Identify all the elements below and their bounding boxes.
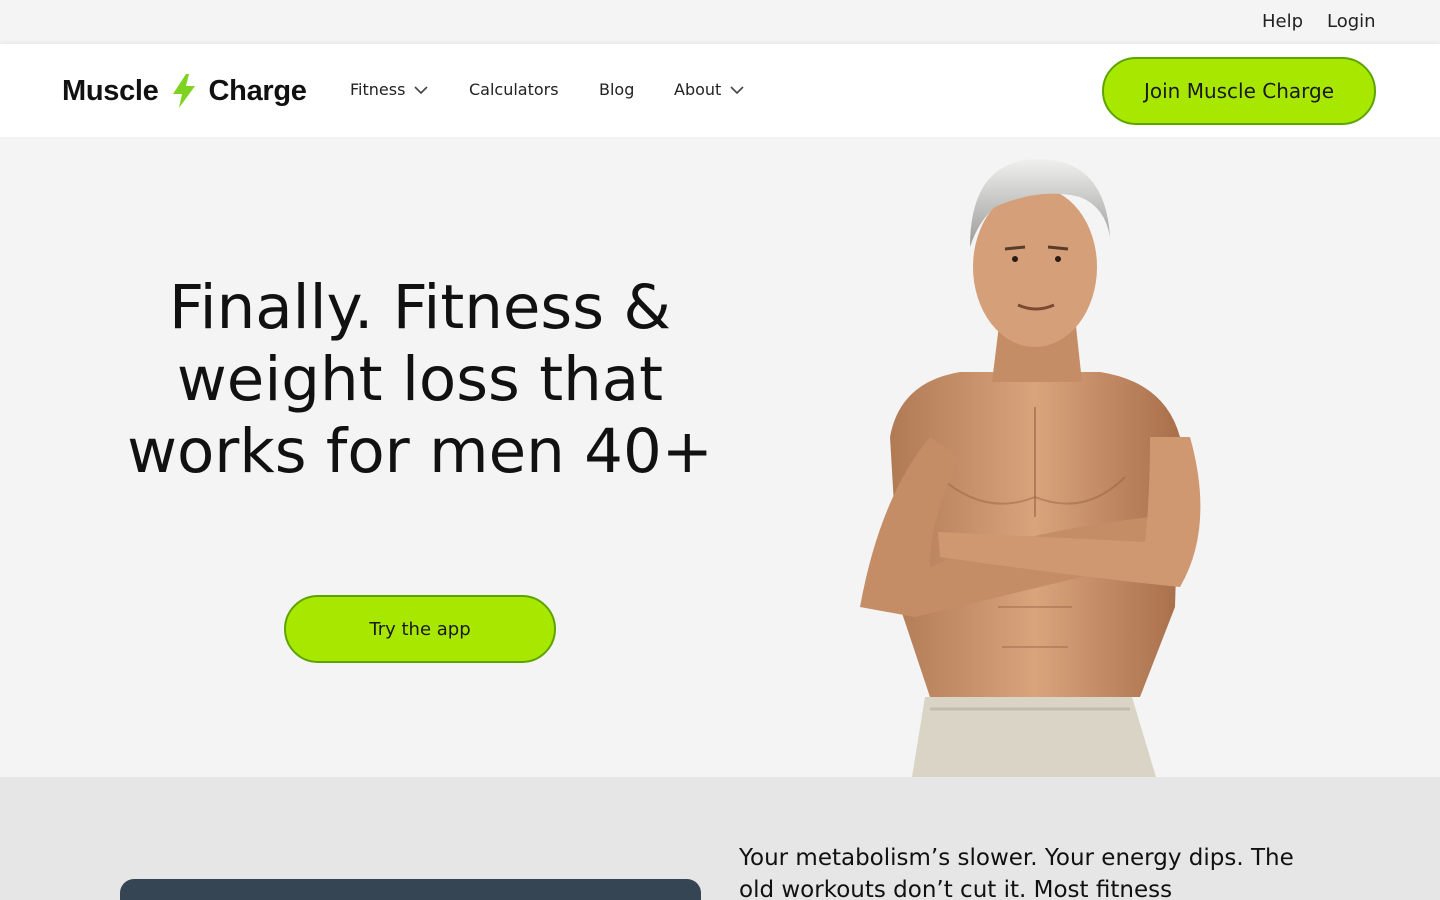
nav-fitness-label: Fitness	[350, 80, 406, 99]
nav-blog-label: Blog	[599, 80, 635, 99]
join-button[interactable]: Join Muscle Charge	[1102, 57, 1376, 125]
main-nav: Muscle Charge Fitness Calculators Blog A…	[0, 44, 1440, 137]
intro-section: Your metabolism’s slower. Your energy di…	[0, 777, 1440, 900]
logo-word-muscle: Muscle	[62, 74, 159, 107]
utility-bar: Help Login	[0, 0, 1440, 44]
logo[interactable]: Muscle Charge	[62, 74, 307, 108]
lightning-bolt-icon	[172, 74, 195, 108]
hero-section: Finally. Fitness & weight loss that work…	[0, 137, 1440, 777]
chevron-down-icon	[730, 85, 744, 94]
nav-calculators-label: Calculators	[469, 80, 559, 99]
nav-calculators[interactable]: Calculators	[469, 80, 559, 99]
nav-fitness[interactable]: Fitness	[350, 80, 429, 99]
intro-paragraph: Your metabolism’s slower. Your energy di…	[739, 845, 1294, 900]
help-link[interactable]: Help	[1262, 11, 1303, 32]
chevron-down-icon	[414, 85, 428, 94]
man-arms-crossed-image	[860, 158, 1201, 777]
nav-blog[interactable]: Blog	[599, 80, 634, 99]
nav-about-label: About	[674, 80, 722, 99]
nav-about[interactable]: About	[674, 80, 745, 99]
logo-word-charge: Charge	[208, 74, 307, 107]
login-link[interactable]: Login	[1327, 11, 1376, 32]
try-app-button[interactable]: Try the app	[284, 595, 556, 663]
hero-headline: Finally. Fitness & weight loss that work…	[127, 272, 713, 487]
dark-card	[120, 879, 701, 900]
